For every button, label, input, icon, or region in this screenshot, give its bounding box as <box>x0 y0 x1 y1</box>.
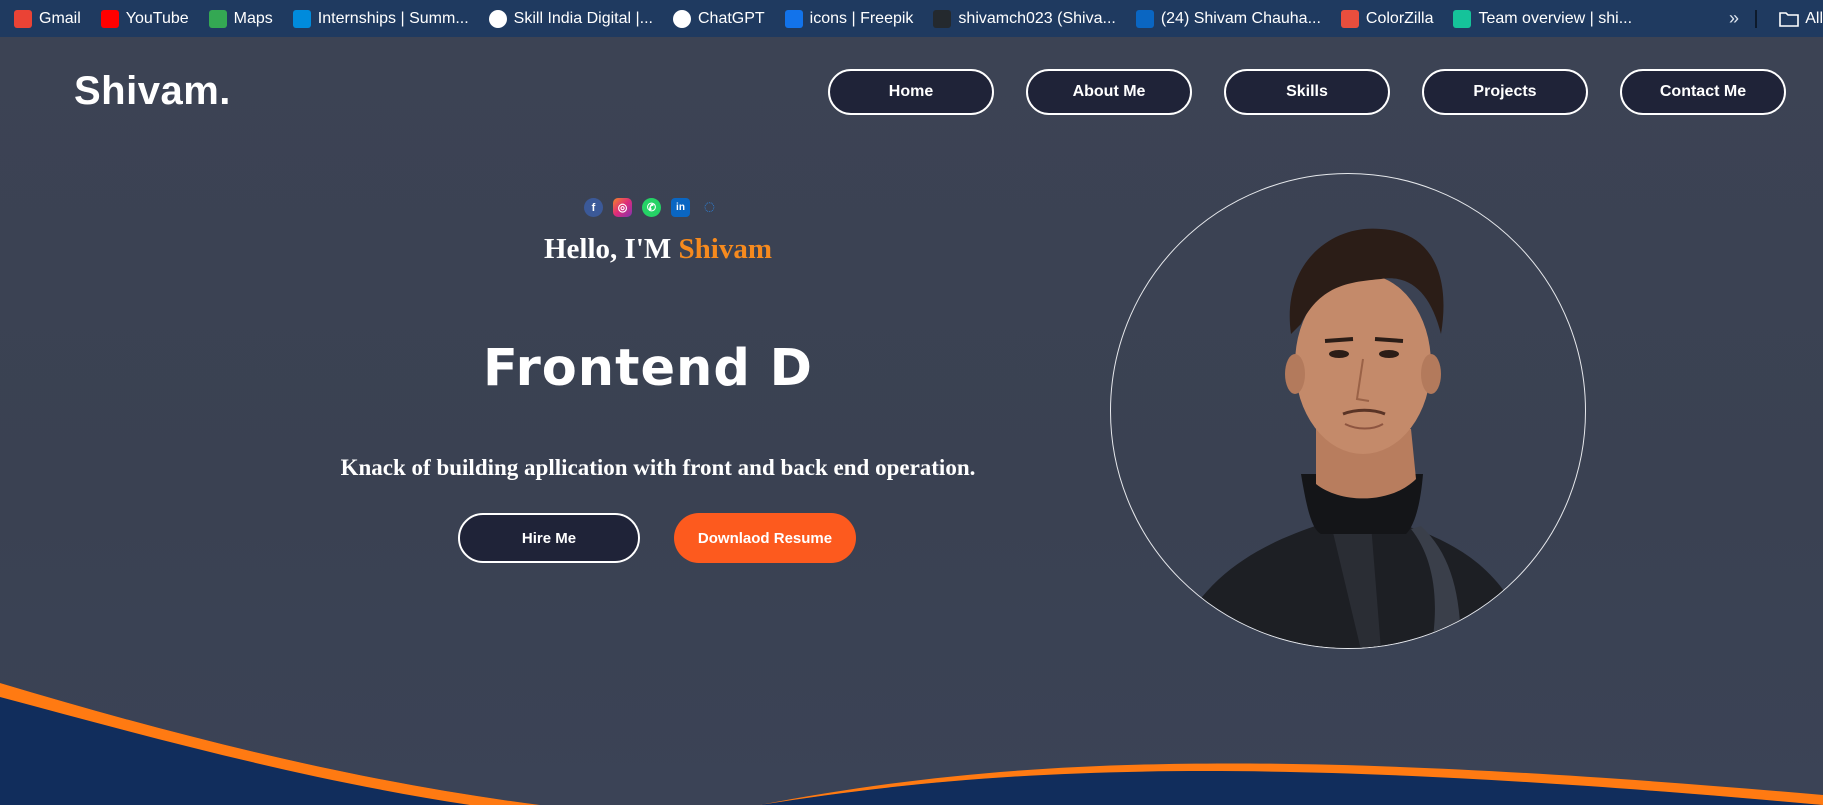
download-resume-button[interactable]: Downlaod Resume <box>674 513 856 563</box>
nav-contact-button[interactable]: Contact Me <box>1620 69 1786 115</box>
nav-projects-button[interactable]: Projects <box>1422 69 1588 115</box>
bookmark-label: icons | Freepik <box>809 9 914 27</box>
chatgpt-icon <box>672 9 691 28</box>
bookmark-item[interactable]: Team overview | shi... <box>1453 9 1633 28</box>
bookmark-item[interactable]: (24) Shivam Chauha... <box>1135 9 1321 28</box>
linkedin-icon[interactable]: in <box>671 198 690 217</box>
bookmark-item[interactable]: ColorZilla <box>1340 9 1434 28</box>
bookmark-label: Maps <box>233 9 273 27</box>
hero-actions: Hire Me Downlaod Resume <box>458 513 856 563</box>
bookmark-label: Internships | Summ... <box>317 9 469 27</box>
bookmark-item[interactable]: YouTube <box>100 9 189 28</box>
wave-navy-fill <box>0 683 540 805</box>
all-bookmarks-button[interactable]: All <box>1779 0 1823 37</box>
bookmarks-more-icon[interactable]: » <box>1729 0 1739 37</box>
skill-india-icon <box>488 9 507 28</box>
bookmark-label: Skill India Digital |... <box>513 9 653 27</box>
internshala-icon <box>292 9 311 28</box>
nav-about-button[interactable]: About Me <box>1026 69 1192 115</box>
nav-home-button[interactable]: Home <box>828 69 994 115</box>
instagram-icon[interactable]: ◎ <box>613 198 632 217</box>
bookmark-item[interactable]: Skill India Digital |... <box>488 9 653 28</box>
bookmark-item[interactable]: Maps <box>208 9 273 28</box>
freepik-icon <box>784 9 803 28</box>
linkedin-icon <box>1135 9 1154 28</box>
bookmark-item[interactable]: Internships | Summ... <box>292 9 469 28</box>
bookmark-label: ChatGPT <box>697 9 765 27</box>
nav-skills-button[interactable]: Skills <box>1224 69 1390 115</box>
github-icon <box>933 9 952 28</box>
bookmarks-separator <box>1755 10 1757 28</box>
team-overview-icon <box>1453 9 1472 28</box>
bookmark-label: ColorZilla <box>1365 9 1434 27</box>
profile-photo-frame <box>1110 173 1586 649</box>
bookmark-item[interactable]: ChatGPT <box>672 9 765 28</box>
hero-greeting: Hello, I'M Shivam <box>360 233 956 266</box>
portfolio-page: Shivam. Home About Me Skills Projects Co… <box>0 37 1823 805</box>
all-bookmarks-label: All <box>1805 9 1823 27</box>
maps-icon <box>208 9 227 28</box>
social-links: f ◎ ✆ in ◌ <box>584 196 729 218</box>
hire-me-button[interactable]: Hire Me <box>458 513 640 563</box>
bookmark-label: (24) Shivam Chauha... <box>1160 9 1321 27</box>
bookmark-item[interactable]: icons | Freepik <box>784 9 914 28</box>
site-logo[interactable]: Shivam. <box>74 69 231 114</box>
bookmarks-list: Gmail YouTube Maps Internships | Summ... Ski… <box>0 9 1638 28</box>
bookmark-item[interactable]: shivamch023 (Shiva... <box>933 9 1116 28</box>
loading-icon[interactable]: ◌ <box>700 196 719 218</box>
whatsapp-icon[interactable]: ✆ <box>642 198 661 217</box>
bookmarks-bar: Gmail YouTube Maps Internships | Summ... Ski… <box>0 0 1823 37</box>
bookmark-label: shivamch023 (Shiva... <box>958 9 1116 27</box>
profile-photo <box>1171 228 1531 648</box>
hero-tagline: Knack of building apllication with front… <box>340 455 976 480</box>
bookmark-label: Team overview | shi... <box>1478 9 1633 27</box>
gmail-icon <box>14 9 32 28</box>
hero-role-typing: Frontend D <box>483 339 813 398</box>
greeting-name: Shivam <box>678 233 772 265</box>
bookmark-label: Gmail <box>39 9 81 27</box>
folder-icon <box>1779 11 1800 27</box>
greeting-prefix: Hello, I'M <box>544 233 679 265</box>
facebook-icon[interactable]: f <box>584 198 603 217</box>
bookmark-item[interactable]: Gmail <box>14 9 81 28</box>
youtube-icon <box>100 9 119 28</box>
colorzilla-icon <box>1340 9 1359 28</box>
bookmark-label: YouTube <box>125 9 189 27</box>
main-nav: Home About Me Skills Projects Contact Me <box>828 69 1786 115</box>
